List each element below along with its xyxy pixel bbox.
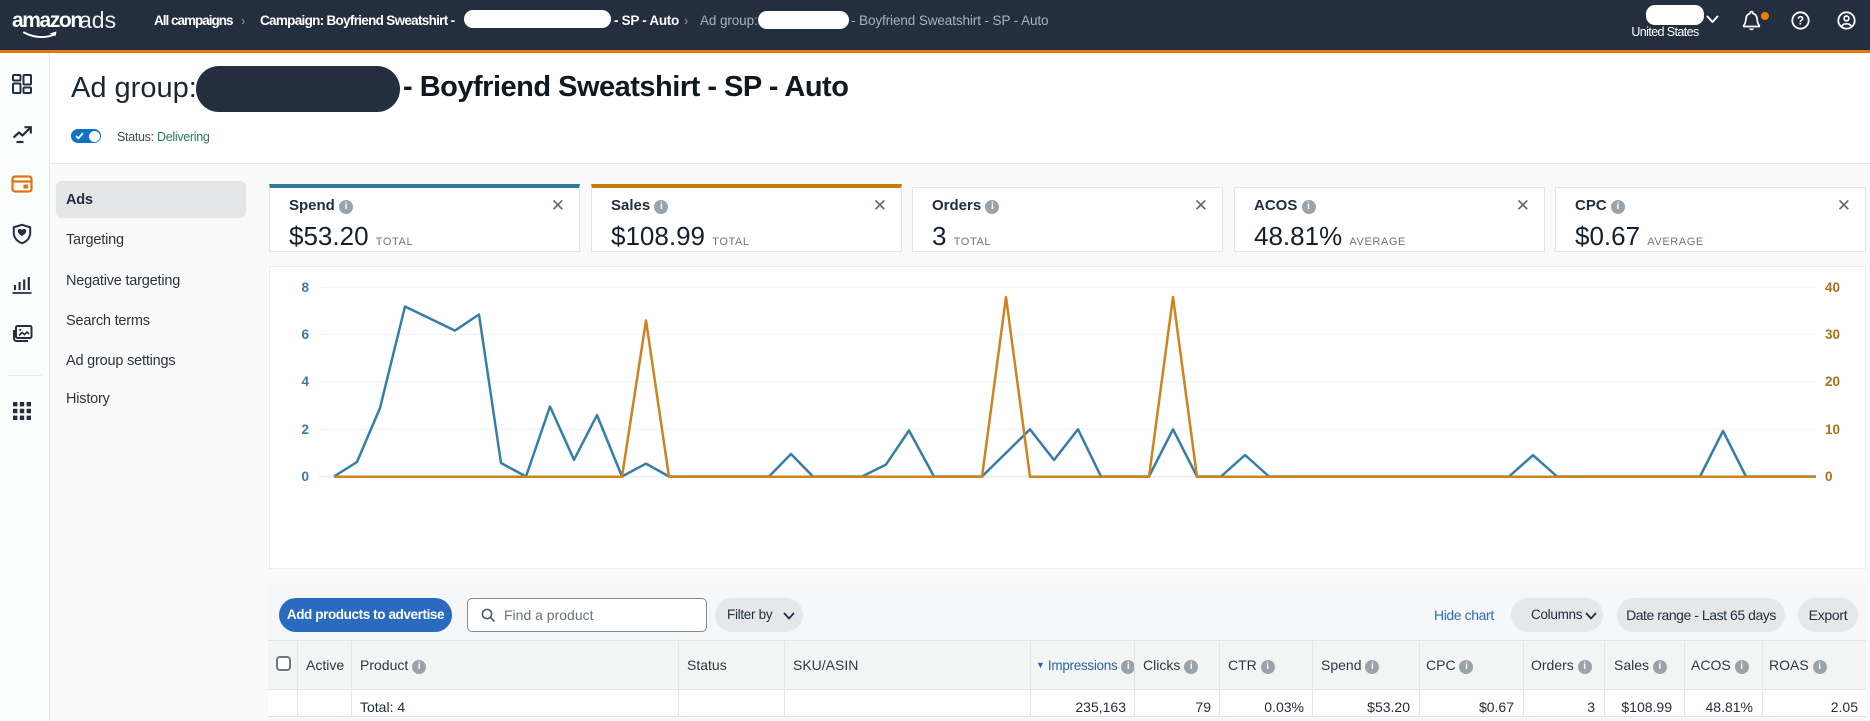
svg-text:40: 40	[1825, 280, 1840, 295]
svg-text:30: 30	[1825, 327, 1840, 342]
svg-text:6: 6	[301, 327, 309, 342]
svg-text:4: 4	[301, 374, 309, 389]
svg-text:?: ?	[1797, 16, 1804, 28]
svg-text:10: 10	[1825, 422, 1840, 437]
svg-text:2: 2	[301, 422, 309, 437]
svg-text:0: 0	[301, 469, 309, 484]
svg-text:8: 8	[301, 280, 309, 295]
svg-text:20: 20	[1825, 374, 1840, 389]
svg-text:0: 0	[1825, 469, 1833, 484]
